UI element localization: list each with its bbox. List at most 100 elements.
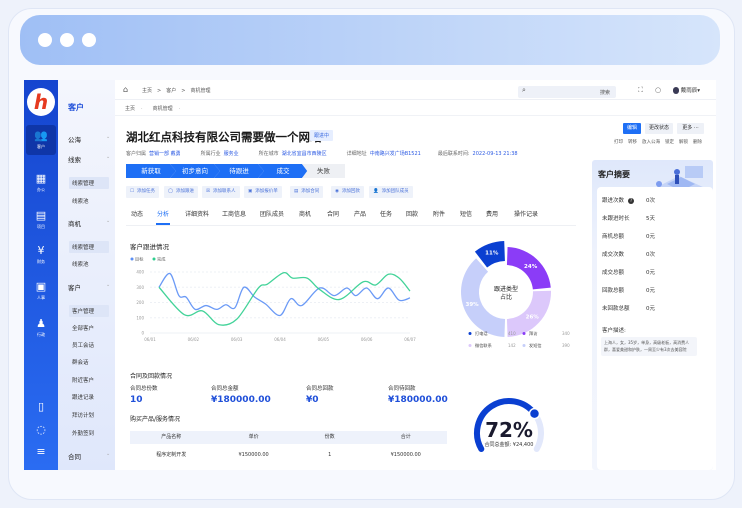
more-button[interactable]: 更多 ··· [677, 123, 704, 134]
subnav-item[interactable]: 合同 ⌄ [68, 451, 110, 461]
subnav-item[interactable]: 附近客户 [72, 376, 94, 384]
tab[interactable]: 短信 [460, 209, 472, 218]
subnav-item[interactable]: 线索管理 [69, 241, 109, 253]
subnav-item[interactable]: 线索管理 [69, 177, 109, 189]
x-tick-label: 06/06 [361, 337, 373, 342]
search-button[interactable]: 搜索 [600, 89, 610, 96]
subnav-item[interactable]: 公海 ⌄ [68, 134, 110, 144]
tab[interactable]: 任务 [380, 209, 392, 218]
tab[interactable]: 分析 [157, 209, 169, 218]
quick-action[interactable]: 删除 [693, 140, 702, 145]
quick-action[interactable]: 解锁 [679, 140, 688, 145]
action-button[interactable]: ▤ 添加合同 [290, 186, 324, 198]
document-icon[interactable]: ▯ [24, 400, 58, 413]
legend-marker [522, 344, 526, 347]
fullscreen-icon[interactable]: ⛶ [638, 86, 643, 95]
close-icon[interactable]: · [141, 106, 143, 112]
table-row[interactable]: 程序定制开发 ¥150000.00 1 ¥150000.00 [130, 444, 447, 466]
subnav-item[interactable]: 线索池 [72, 260, 89, 268]
menu-icon[interactable]: ≡ [24, 445, 58, 458]
window-dot [38, 33, 52, 47]
contract-stat-value: ¥180000.00 [211, 395, 271, 405]
page-tab[interactable]: 主页 [125, 106, 135, 112]
sidebar-item-5[interactable]: ♟ 行政 [26, 313, 56, 343]
breadcrumb-item[interactable]: 客户 [166, 88, 176, 94]
subnav-item-label: 线索管理 [72, 245, 95, 251]
tab[interactable]: 工商信息 [222, 209, 246, 218]
subnav-item[interactable]: 线索池 [72, 197, 89, 205]
quick-action[interactable]: 锁定 [665, 140, 674, 145]
subnav-item[interactable]: 线索 ⌄ [68, 154, 110, 164]
pipeline-stage-lost[interactable]: 失败 [302, 164, 345, 178]
subnav-item[interactable]: 商机 ⌄ [68, 218, 110, 228]
subnav-item[interactable]: 跟进记录 [72, 393, 94, 401]
subnav-item-label: 合同 [68, 453, 81, 461]
summary-value: 0元 [646, 234, 655, 240]
info-label: 所属行业 [200, 151, 221, 157]
summary-label-text: 跟进次数 [602, 198, 625, 204]
tab[interactable]: 回款 [406, 209, 418, 218]
subnav-item[interactable]: 群会话 [72, 358, 89, 366]
tab[interactable]: 动态 [131, 209, 143, 218]
pipeline-stage[interactable]: 新获取 [126, 164, 176, 178]
user-menu[interactable]: 戴雨辰▾ [673, 86, 700, 94]
pipeline-stage[interactable]: 成交 [258, 164, 308, 178]
tab[interactable]: 费用 [486, 209, 498, 218]
sidebar-item-0[interactable]: 👥 客户 [26, 125, 56, 155]
home-icon[interactable]: ⌂ [123, 85, 128, 94]
action-label: 添加回款 [341, 189, 360, 194]
table-cell: ¥150000.00 [238, 452, 269, 458]
subnav-item[interactable]: 员工会话 [72, 341, 94, 349]
edit-button[interactable]: 编辑 [623, 123, 641, 134]
search-input[interactable]: ⌕ 搜索 [518, 86, 616, 98]
subnav-item[interactable]: 客户 ⌄ [68, 282, 110, 292]
action-button[interactable]: 👤 添加团队成员 [369, 186, 413, 198]
help-icon[interactable]: ? [628, 198, 635, 204]
subnav-item-label: 跟进记录 [72, 395, 95, 401]
page-tab[interactable]: 商机管理 [153, 106, 173, 112]
donut-slice[interactable] [461, 258, 506, 337]
sidebar-item-label: 人事 [37, 295, 45, 300]
products-title: 购买产品/服务情况 [130, 416, 181, 423]
subnav-item[interactable]: 全部客户 [72, 324, 94, 332]
close-icon[interactable]: · [179, 106, 181, 112]
action-button[interactable]: ◯ 添加跟进 [164, 186, 199, 198]
summary-label-text: 商机总额 [602, 234, 625, 240]
id-card-icon: ▣ [35, 280, 47, 293]
sidebar-item-1[interactable]: ▦ 办公 [26, 168, 56, 198]
subnav-item[interactable]: 客户管理 [69, 305, 109, 317]
window-titlebar [20, 15, 720, 65]
subnav-item[interactable]: 拜访计划 [72, 411, 94, 419]
refresh-icon[interactable]: ○ [655, 86, 661, 94]
action-button[interactable]: ◉ 添加回款 [331, 186, 364, 198]
sidebar-item-3[interactable]: ¥ 财务 [26, 240, 56, 270]
info-row: 客户归属 营销一部 戴勇 所属行业 服务业 所在城市 湖北省宜昌市西陵区 详细地址 中南路兴发… [126, 150, 538, 157]
sidebar-item-4[interactable]: ▣ 人事 [26, 276, 56, 306]
action-icon: 👤 [373, 189, 379, 194]
tab[interactable]: 合同 [327, 209, 339, 218]
action-button[interactable]: ☐ 添加任务 [126, 186, 160, 198]
subnav-item[interactable]: 外勤签到 [72, 429, 94, 437]
action-button[interactable]: ☒ 添加联系人 [202, 186, 240, 198]
chevron-down-icon: ⌄ [106, 154, 111, 160]
tab[interactable]: 附件 [433, 209, 445, 218]
main-sidebar: h 👥 客户 ▦ 办公 ▤ 项目 ¥ 财务 ▣ 人事 ♟ 行政 ▯ ◌ ≡ [24, 80, 58, 470]
tab[interactable]: 产品 [354, 209, 366, 218]
quick-action[interactable]: 打印 [614, 140, 623, 145]
pipeline-stage[interactable]: 待跟进 [214, 164, 264, 178]
breadcrumb-item[interactable]: 主页 [142, 88, 152, 94]
pipeline-stage[interactable]: 初步意向 [170, 164, 220, 178]
tab[interactable]: 操作记录 [514, 209, 538, 218]
tab[interactable]: 商机 [299, 209, 311, 218]
action-button[interactable]: ▣ 添加报价单 [244, 186, 282, 198]
summary-title: 客户摘要 [598, 170, 630, 179]
breadcrumb-item[interactable]: 商机管理 [190, 88, 210, 94]
change-status-button[interactable]: 更改状态 [645, 123, 673, 134]
quick-action[interactable]: 转移 [628, 140, 637, 145]
quick-action[interactable]: 放入公海 [642, 140, 660, 145]
chat-icon[interactable]: ◌ [24, 423, 58, 436]
summary-value: 5天 [646, 216, 655, 222]
tab[interactable]: 详细资料 [185, 209, 209, 218]
sidebar-item-2[interactable]: ▤ 项目 [26, 205, 56, 235]
tab[interactable]: 团队成员 [260, 209, 284, 218]
